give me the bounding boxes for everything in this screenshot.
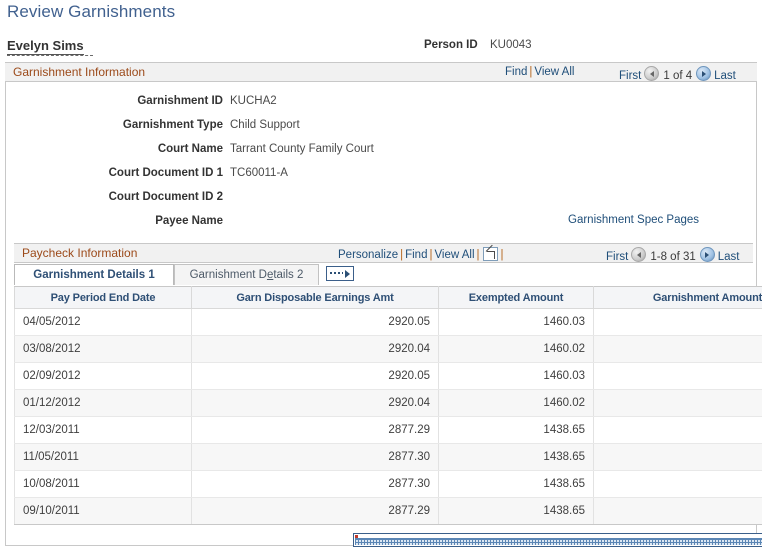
spreadsheet-grid-icon[interactable] <box>353 533 762 547</box>
garnishment-id-value: KUCHA2 <box>230 95 277 107</box>
show-next-tab-icon[interactable] <box>326 266 354 281</box>
cell-pay-period-end-date: 09/10/2011 <box>14 497 192 525</box>
cell-exempted-amount: 1438.65 <box>438 497 594 525</box>
column-header-garn-disposable-earnings-amt[interactable]: Garn Disposable Earnings Amt <box>191 286 439 309</box>
personalize-link[interactable]: Personalize <box>338 249 398 261</box>
tab-label: Garnishment Details 1 <box>33 269 155 281</box>
garnishment-spec-pages-link[interactable]: Garnishment Spec Pages <box>568 214 699 226</box>
cell-pay-period-end-date: 03/08/2012 <box>14 335 192 363</box>
person-id-label: Person ID <box>424 39 478 51</box>
cell-exempted-amount: 1438.65 <box>438 416 594 444</box>
court-document-id-1-label: Court Document ID 1 <box>108 167 223 179</box>
paycheck-information-title: Paycheck Information <box>22 246 138 260</box>
record-counter: 1 of 4 <box>663 70 693 82</box>
view-all-link[interactable]: View All <box>534 66 574 78</box>
paycheck-information-pager: First 1-8 of 31 Last <box>606 247 740 263</box>
cell-garn-disposable-earnings-amt: 2877.30 <box>191 470 439 498</box>
employee-name-underline <box>7 55 93 56</box>
cell-garn-disposable-earnings-amt: 2877.29 <box>191 497 439 525</box>
garnishment-id-label: Garnishment ID <box>137 95 223 107</box>
first-link[interactable]: First <box>606 251 628 263</box>
garnishment-information-pager: First 1 of 4 Last <box>619 66 736 82</box>
cell-exempted-amount: 1460.03 <box>438 362 594 390</box>
first-link[interactable]: First <box>619 70 641 82</box>
column-header-garnishment-amount[interactable]: Garnishment Amount <box>593 286 762 309</box>
link-separator: | <box>500 249 504 261</box>
link-separator: | <box>476 249 480 261</box>
garnishment-information-nav-links: Find | View All <box>505 66 574 78</box>
court-document-id-2-label: Court Document ID 2 <box>108 191 223 203</box>
cell-garn-disposable-earnings-amt: 2877.29 <box>191 416 439 444</box>
table-row: 04/05/20122920.051460.03100.00 <box>14 308 762 336</box>
tab-label: Garnishment Details 2 <box>189 269 304 281</box>
next-arrow-icon[interactable] <box>696 66 712 81</box>
cell-exempted-amount: 1438.65 <box>438 443 594 471</box>
cell-garnishment-amount: 100.00 <box>593 389 762 417</box>
table-row: 12/03/20112877.291438.65100.00 <box>14 416 762 444</box>
tab-garnishment-details-2[interactable]: Garnishment Details 2 <box>174 264 319 285</box>
payee-name-label: Payee Name <box>155 215 223 227</box>
garnishment-details-grid: Pay Period End Date Garn Disposable Earn… <box>14 286 762 525</box>
cell-garnishment-amount: 100.00 <box>593 470 762 498</box>
cell-garnishment-amount: 100.00 <box>593 362 762 390</box>
find-link[interactable]: Find <box>405 249 427 261</box>
cell-garn-disposable-earnings-amt: 2877.30 <box>191 443 439 471</box>
tab-garnishment-details-1[interactable]: Garnishment Details 1 <box>14 264 174 285</box>
cell-pay-period-end-date: 02/09/2012 <box>14 362 192 390</box>
last-link[interactable]: Last <box>718 251 740 263</box>
cell-exempted-amount: 1438.65 <box>438 470 594 498</box>
garnishment-information-title: Garnishment Information <box>13 65 146 79</box>
table-header-row: Pay Period End Date Garn Disposable Earn… <box>14 286 762 309</box>
column-header-exempted-amount[interactable]: Exempted Amount <box>438 286 594 309</box>
cell-pay-period-end-date: 12/03/2011 <box>14 416 192 444</box>
cell-exempted-amount: 1460.02 <box>438 335 594 363</box>
cell-garnishment-amount: 100.00 <box>593 443 762 471</box>
table-row: 02/09/20122920.051460.03100.00 <box>14 362 762 390</box>
column-header-pay-period-end-date[interactable]: Pay Period End Date <box>14 286 192 309</box>
person-id-value: KU0043 <box>490 39 532 51</box>
cell-exempted-amount: 1460.03 <box>438 308 594 336</box>
prev-arrow-icon[interactable] <box>644 66 660 81</box>
row-counter: 1-8 of 31 <box>650 251 696 263</box>
page-title: Review Garnishments <box>7 2 176 21</box>
garnishment-type-value: Child Support <box>230 119 300 131</box>
cell-garnishment-amount: 100.00 <box>593 308 762 336</box>
cell-garnishment-amount: 100.00 <box>593 497 762 525</box>
find-link[interactable]: Find <box>505 66 527 78</box>
table-row: 10/08/20112877.301438.65100.00 <box>14 470 762 498</box>
cell-exempted-amount: 1460.02 <box>438 389 594 417</box>
paycheck-information-nav-links: Personalize | Find | View All | | <box>338 247 762 547</box>
table-row: 01/12/20122920.041460.02100.00 <box>14 389 762 417</box>
download-icon[interactable] <box>482 247 498 261</box>
last-link[interactable]: Last <box>714 70 736 82</box>
table-row: 09/10/20112877.291438.65100.00 <box>14 497 762 525</box>
cell-pay-period-end-date: 04/05/2012 <box>14 308 192 336</box>
cell-pay-period-end-date: 10/08/2011 <box>14 470 192 498</box>
table-row: 03/08/20122920.041460.02100.00 <box>14 335 762 363</box>
cell-pay-period-end-date: 01/12/2012 <box>14 389 192 417</box>
next-arrow-icon[interactable] <box>699 247 715 262</box>
table-row: 11/05/20112877.301438.65100.00 <box>14 443 762 471</box>
cell-garn-disposable-earnings-amt: 2920.04 <box>191 335 439 363</box>
cell-garn-disposable-earnings-amt: 2920.04 <box>191 389 439 417</box>
prev-arrow-icon[interactable] <box>631 247 647 262</box>
garnishment-type-label: Garnishment Type <box>122 119 223 131</box>
court-name-value: Tarrant County Family Court <box>230 143 374 155</box>
view-all-link[interactable]: View All <box>434 249 474 261</box>
grid-tabstrip: Garnishment Details 1 Garnishment Detail… <box>14 264 753 286</box>
court-document-id-1-value: TC60011-A <box>230 167 288 179</box>
employee-name: Evelyn Sims <box>7 38 84 55</box>
cell-garn-disposable-earnings-amt: 2920.05 <box>191 362 439 390</box>
review-garnishments-page: Review Garnishments Evelyn Sims Person I… <box>0 0 762 553</box>
cell-garnishment-amount: 100.00 <box>593 335 762 363</box>
cell-pay-period-end-date: 11/05/2011 <box>14 443 192 471</box>
cell-garnishment-amount: 100.00 <box>593 416 762 444</box>
court-name-label: Court Name <box>157 143 223 155</box>
cell-garn-disposable-earnings-amt: 2920.05 <box>191 308 439 336</box>
